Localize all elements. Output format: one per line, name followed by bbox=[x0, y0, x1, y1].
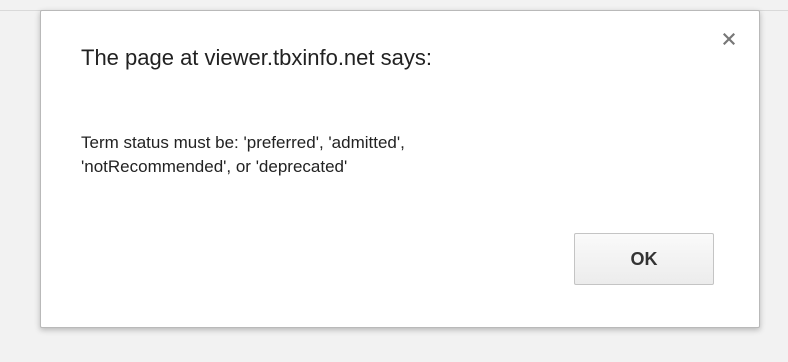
alert-dialog: The page at viewer.tbxinfo.net says: Ter… bbox=[40, 10, 760, 328]
close-button[interactable] bbox=[719, 29, 739, 49]
dialog-title: The page at viewer.tbxinfo.net says: bbox=[81, 45, 432, 70]
close-icon bbox=[723, 33, 735, 45]
dialog-message-line-2: 'notRecommended', or 'deprecated' bbox=[81, 157, 348, 176]
dialog-message-line-1: Term status must be: 'preferred', 'admit… bbox=[81, 133, 405, 152]
dialog-message: Term status must be: 'preferred', 'admit… bbox=[81, 131, 641, 179]
ok-button[interactable]: OK bbox=[574, 233, 714, 285]
